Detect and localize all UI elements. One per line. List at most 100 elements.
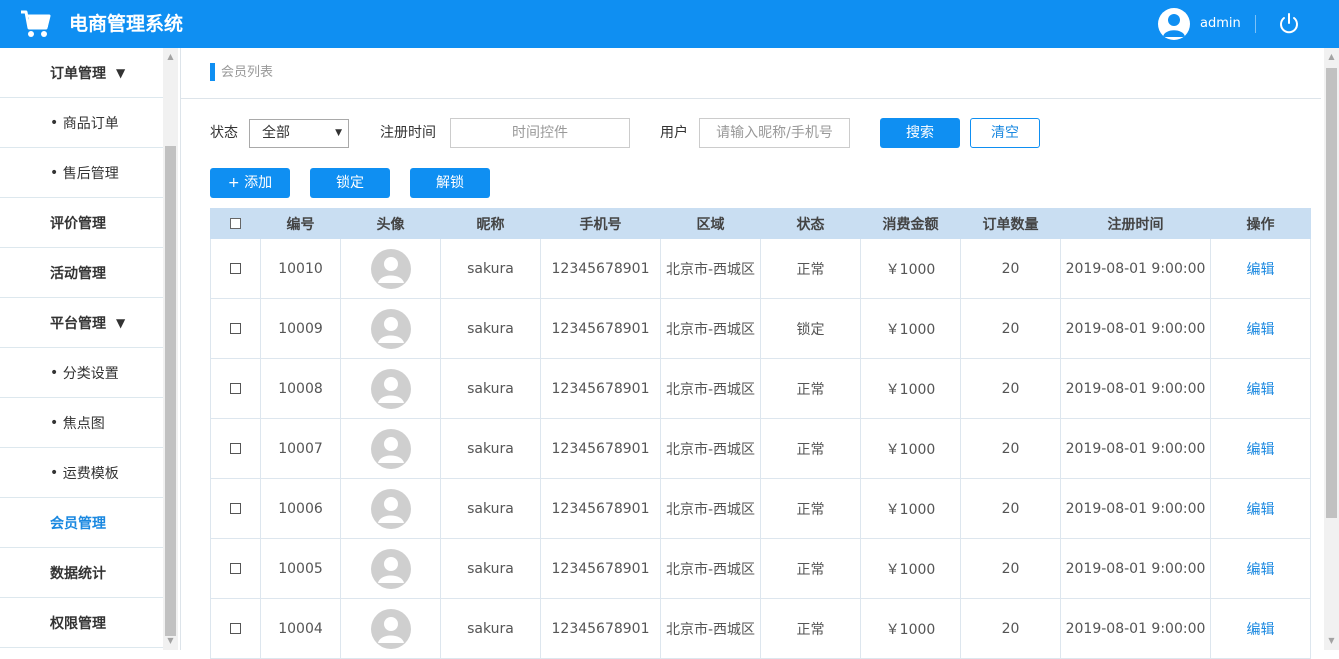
sidebar-item-label: 商品订单 <box>62 115 119 132</box>
member-regtime: 2019-08-01 9:00:00 <box>1060 298 1211 359</box>
sidebar-item-platform-management[interactable]: 平台管理 ▼ <box>0 298 163 348</box>
top-header: 电商管理系统 admin <box>0 0 1339 48</box>
row-checkbox[interactable] <box>230 443 241 454</box>
select-arrow-icon: ▼ <box>335 128 342 138</box>
sidebar-item-label: 分类设置 <box>62 365 119 382</box>
breadcrumb: 会员列表 <box>221 65 274 80</box>
clear-button[interactable]: 清空 <box>970 118 1040 148</box>
row-checkbox-cell <box>210 298 261 359</box>
member-id: 10009 <box>260 298 341 359</box>
row-checkbox[interactable] <box>230 503 241 514</box>
row-checkbox[interactable] <box>230 263 241 274</box>
member-status: 正常 <box>760 418 861 479</box>
avatar-icon <box>370 368 411 409</box>
select-all-checkbox[interactable] <box>230 218 241 229</box>
sidebar-item-product-orders[interactable]: • 商品订单 <box>0 98 163 148</box>
table-row: 10008 sakura 12345678901 北京市-西城区 正常 ￥1000 20 20… <box>210 358 1311 419</box>
username[interactable]: admin <box>1200 14 1241 34</box>
row-checkbox[interactable] <box>230 383 241 394</box>
member-regtime: 2019-08-01 9:00:00 <box>1060 538 1211 599</box>
breadcrumb-divider <box>181 98 1321 99</box>
column-header: 操作 <box>1210 208 1311 239</box>
user-search-input[interactable]: 请输入昵称/手机号 <box>699 118 850 148</box>
column-header: 注册时间 <box>1060 208 1211 239</box>
sidebar-item-order-management[interactable]: 订单管理 ▼ <box>0 48 163 98</box>
sidebar-item-permissions[interactable]: 权限管理 <box>0 598 163 648</box>
sidebar-item-label: 权限管理 <box>50 615 106 632</box>
power-logout-icon[interactable] <box>1278 12 1300 36</box>
column-header: 消费金额 <box>860 208 961 239</box>
caret-down-icon: ▼ <box>116 65 126 80</box>
status-select[interactable]: 全部 ▼ <box>249 119 349 148</box>
edit-link[interactable]: 编辑 <box>1247 442 1275 458</box>
scroll-down-arrow-icon[interactable]: ▼ <box>1324 634 1339 648</box>
member-amount: ￥1000 <box>860 238 961 299</box>
scroll-up-arrow-icon[interactable]: ▲ <box>1324 50 1339 64</box>
sidebar-item-reviews[interactable]: 评价管理 <box>0 198 163 248</box>
search-button[interactable]: 搜索 <box>880 118 960 148</box>
scroll-up-arrow-icon[interactable]: ▲ <box>163 50 178 64</box>
member-id: 10007 <box>260 418 341 479</box>
sidebar-item-statistics[interactable]: 数据统计 <box>0 548 163 598</box>
member-amount: ￥1000 <box>860 418 961 479</box>
sidebar-item-label: 活动管理 <box>50 265 106 282</box>
row-checkbox[interactable] <box>230 323 241 334</box>
member-amount: ￥1000 <box>860 298 961 359</box>
edit-link[interactable]: 编辑 <box>1247 262 1275 278</box>
member-amount: ￥1000 <box>860 358 961 419</box>
caret-down-icon: ▼ <box>116 315 126 330</box>
edit-link[interactable]: 编辑 <box>1247 322 1275 338</box>
member-region: 北京市-西城区 <box>660 238 761 299</box>
scrollbar-thumb[interactable] <box>165 146 176 636</box>
header-divider <box>1255 15 1256 33</box>
page-scrollbar[interactable]: ▲ ▼ <box>1324 48 1339 650</box>
breadcrumb-marker <box>210 63 215 81</box>
member-nickname: sakura <box>440 238 541 299</box>
sidebar-item-activities[interactable]: 活动管理 <box>0 248 163 298</box>
row-checkbox[interactable] <box>230 563 241 574</box>
sidebar-item-shipping-templates[interactable]: • 运费模板 <box>0 448 163 498</box>
app-title: 电商管理系统 <box>69 13 184 35</box>
add-button[interactable]: + 添加 <box>210 168 290 198</box>
action-cell: 编辑 <box>1210 238 1311 299</box>
member-nickname: sakura <box>440 418 541 479</box>
edit-link[interactable]: 编辑 <box>1247 382 1275 398</box>
avatar-cell <box>340 478 441 539</box>
edit-link[interactable]: 编辑 <box>1247 502 1275 518</box>
sidebar-item-after-sales[interactable]: • 售后管理 <box>0 148 163 198</box>
member-regtime: 2019-08-01 9:00:00 <box>1060 478 1211 539</box>
member-region: 北京市-西城区 <box>660 538 761 599</box>
row-checkbox-cell <box>210 358 261 419</box>
action-cell: 编辑 <box>1210 478 1311 539</box>
row-checkbox[interactable] <box>230 623 241 634</box>
user-avatar-icon[interactable] <box>1158 8 1190 40</box>
scroll-down-arrow-icon[interactable]: ▼ <box>163 634 178 648</box>
sidebar-item-member-management[interactable]: 会员管理 <box>0 498 163 548</box>
unlock-button[interactable]: 解锁 <box>410 168 490 198</box>
sidebar-scrollbar[interactable]: ▲ ▼ <box>163 48 178 650</box>
sidebar-item-label: 数据统计 <box>50 565 106 582</box>
column-header: 头像 <box>340 208 441 239</box>
avatar-icon <box>370 548 411 589</box>
edit-link[interactable]: 编辑 <box>1247 622 1275 638</box>
status-select-value: 全部 <box>262 125 290 141</box>
sidebar-item-banners[interactable]: • 焦点图 <box>0 398 163 448</box>
sidebar-item-category-settings[interactable]: • 分类设置 <box>0 348 163 398</box>
column-header: 区域 <box>660 208 761 239</box>
regtime-input[interactable]: 时间控件 <box>450 118 630 148</box>
bullet-icon: • <box>50 114 59 131</box>
lock-button[interactable]: 锁定 <box>310 168 390 198</box>
column-header: 昵称 <box>440 208 541 239</box>
member-region: 北京市-西城区 <box>660 478 761 539</box>
table-row: 10010 sakura 12345678901 北京市-西城区 正常 ￥1000 20 20… <box>210 238 1311 299</box>
avatar-icon <box>370 428 411 469</box>
row-checkbox-cell <box>210 418 261 479</box>
member-id: 10005 <box>260 538 341 599</box>
member-regtime: 2019-08-01 9:00:00 <box>1060 238 1211 299</box>
row-checkbox-cell <box>210 238 261 299</box>
scrollbar-thumb[interactable] <box>1326 68 1337 518</box>
edit-link[interactable]: 编辑 <box>1247 562 1275 578</box>
user-filter-label: 用户 <box>660 125 688 141</box>
member-phone: 12345678901 <box>540 238 661 299</box>
member-phone: 12345678901 <box>540 358 661 419</box>
